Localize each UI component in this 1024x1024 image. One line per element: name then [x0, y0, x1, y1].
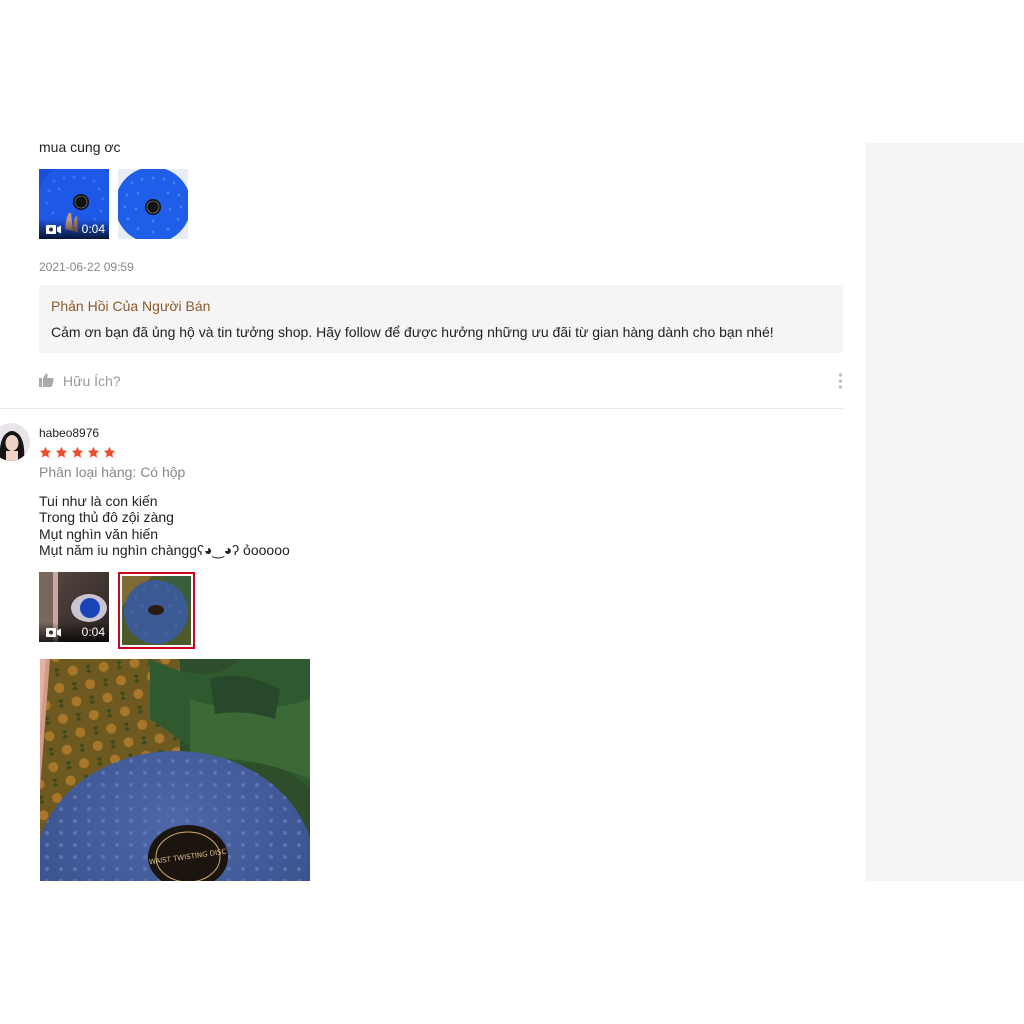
review-divider	[0, 408, 843, 409]
video-camera-icon	[46, 225, 61, 234]
review-video-thumbnail[interactable]: 0:04	[39, 169, 109, 239]
video-duration: 0:04	[81, 625, 105, 639]
video-overlay: 0:04	[39, 622, 109, 642]
review-video-thumbnail[interactable]: 0:04	[39, 572, 109, 642]
more-vertical-icon[interactable]	[838, 372, 843, 390]
thumbs-up-icon	[39, 373, 54, 387]
review-comment: mua cung ơc	[39, 139, 121, 155]
star-icon	[71, 446, 84, 458]
right-sidebar	[866, 143, 1024, 881]
review-comment: Tui như là con kiến Trong thủ đô zội zàn…	[39, 493, 290, 558]
video-duration: 0:04	[81, 222, 105, 236]
video-overlay: 0:04	[39, 219, 109, 239]
avatar[interactable]	[0, 423, 30, 461]
review-image-thumbnail[interactable]	[118, 169, 188, 239]
seller-reply-title: Phản Hồi Của Người Bán	[51, 298, 211, 314]
review-line: Mụt nghìn văn hiến	[39, 525, 159, 542]
user-avatar-image	[0, 423, 30, 461]
helpful-label: Hữu Ích?	[63, 373, 121, 389]
seller-reply-box: Phản Hồi Của Người Bán Cảm ơn bạn đã ủng…	[39, 285, 843, 353]
product-variation: Phân loại hàng: Có hộp	[39, 464, 186, 480]
expanded-review-photo: WAIST TWISTING DISC	[40, 659, 310, 881]
review-line: Trong thủ đô zội zàng	[39, 509, 174, 526]
review-image-thumbnail-selected[interactable]	[118, 572, 195, 649]
reviewer-username[interactable]: habeo8976	[39, 426, 99, 440]
star-rating	[39, 446, 116, 460]
seller-reply-message: Cảm ơn bạn đã ủng hộ và tin tưởng shop. …	[51, 324, 774, 340]
video-camera-icon	[46, 628, 61, 637]
image-thumbnail	[118, 169, 188, 239]
star-icon	[87, 446, 100, 458]
expanded-photo-image: WAIST TWISTING DISC	[40, 659, 310, 881]
image-thumbnail	[122, 576, 191, 645]
review-timestamp: 2021-06-22 09:59	[39, 260, 134, 274]
review-line: Tui như là con kiến	[39, 493, 158, 509]
star-icon	[103, 446, 116, 458]
review-line: Mụt năm iu nghìn chànggʕ◕‿◕ʔ ỏooooo	[39, 541, 290, 558]
star-icon	[55, 446, 68, 458]
star-icon	[39, 446, 52, 458]
